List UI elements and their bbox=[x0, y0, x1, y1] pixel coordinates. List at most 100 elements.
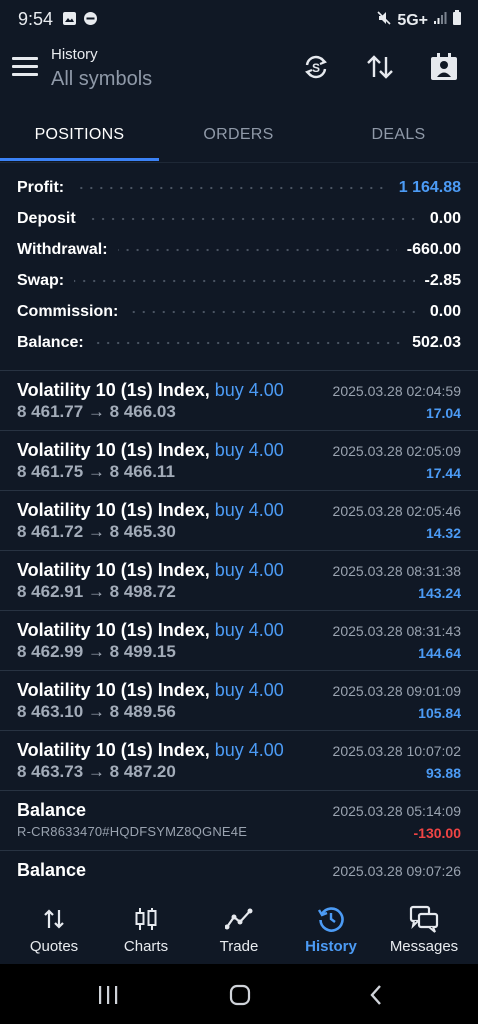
trend-line-icon bbox=[191, 905, 287, 933]
deal-symbol: Volatility 10 (1s) Index, bbox=[17, 440, 210, 460]
summary-label: Profit: bbox=[17, 178, 65, 196]
close-price: 8 466.11 bbox=[109, 462, 175, 481]
list-item[interactable]: Volatility 10 (1s) Index, buy 4.00 8 463… bbox=[0, 670, 478, 730]
summary-value-commission: 0.00 bbox=[429, 302, 461, 320]
system-navigation-bar bbox=[0, 964, 478, 1024]
deal-side: buy 4.00 bbox=[214, 620, 284, 640]
balance-comment: R-CR8633470#HQDFSYMZ8QGNE4E bbox=[17, 824, 248, 839]
summary-value-profit: 1 164.88 bbox=[398, 178, 461, 196]
nav-trade[interactable]: Trade bbox=[191, 895, 287, 964]
close-price: 8 498.72 bbox=[109, 582, 176, 601]
history-list: Volatility 10 (1s) Index, buy 4.00 8 461… bbox=[0, 370, 478, 910]
summary-value-swap: -2.85 bbox=[424, 271, 461, 289]
summary-row-withdrawal: Withdrawal: -660.00 bbox=[0, 234, 478, 265]
summary-label: Deposit bbox=[17, 209, 76, 227]
tab-orders[interactable]: ORDERS bbox=[159, 110, 318, 160]
deal-time: 2025.03.28 10:07:02 bbox=[332, 743, 461, 759]
open-price: 8 461.75 bbox=[17, 462, 84, 481]
deal-symbol: Volatility 10 (1s) Index, bbox=[17, 740, 210, 760]
sort-icon[interactable] bbox=[363, 50, 397, 84]
summary-label: Commission: bbox=[17, 302, 119, 320]
deal-side: buy 4.00 bbox=[214, 680, 284, 700]
list-item[interactable]: Volatility 10 (1s) Index, buy 4.00 8 461… bbox=[0, 430, 478, 490]
summary-value-balance: 502.03 bbox=[412, 333, 461, 351]
history-tabs: POSITIONS ORDERS DEALS bbox=[0, 110, 478, 163]
chat-bubbles-icon bbox=[376, 905, 472, 933]
nav-label: Trade bbox=[219, 938, 259, 955]
close-price: 8 487.20 bbox=[109, 762, 176, 781]
network-type: 5G+ bbox=[397, 11, 428, 29]
open-price: 8 461.72 bbox=[17, 522, 84, 541]
deal-symbol: Volatility 10 (1s) Index, bbox=[17, 560, 210, 580]
deal-symbol: Volatility 10 (1s) Index, bbox=[17, 500, 210, 520]
summary-row-profit: Profit: 1 164.88 bbox=[0, 172, 478, 203]
tab-positions[interactable]: POSITIONS bbox=[0, 110, 159, 160]
tab-deals[interactable]: DEALS bbox=[319, 110, 478, 160]
close-price: 8 489.56 bbox=[109, 702, 176, 721]
deal-profit: 144.64 bbox=[418, 645, 461, 661]
summary-value-withdrawal: -660.00 bbox=[406, 240, 461, 258]
nav-history[interactable]: History bbox=[283, 895, 379, 964]
deal-time: 2025.03.28 02:04:59 bbox=[332, 383, 461, 399]
list-item[interactable]: Volatility 10 (1s) Index, buy 4.00 8 462… bbox=[0, 610, 478, 670]
nav-charts[interactable]: Charts bbox=[98, 895, 194, 964]
list-item[interactable]: Volatility 10 (1s) Index, buy 4.00 8 461… bbox=[0, 490, 478, 550]
battery-icon bbox=[452, 10, 462, 31]
nav-messages[interactable]: Messages bbox=[376, 895, 472, 964]
quotes-arrows-icon bbox=[6, 905, 102, 933]
page-title: History bbox=[51, 46, 98, 63]
recent-apps-icon[interactable] bbox=[88, 982, 128, 1008]
status-time: 9:54 bbox=[18, 9, 54, 29]
open-price: 8 462.91 bbox=[17, 582, 84, 601]
candlestick-icon bbox=[98, 905, 194, 933]
balance-time: 2025.03.28 09:07:26 bbox=[332, 863, 461, 879]
summary-value-deposit: 0.00 bbox=[429, 209, 461, 227]
active-tab-indicator bbox=[0, 158, 159, 161]
close-price: 8 466.03 bbox=[109, 402, 176, 421]
do-not-disturb-icon bbox=[83, 11, 98, 31]
status-bar: 9:54 5G+ bbox=[0, 0, 478, 40]
close-price: 8 465.30 bbox=[109, 522, 176, 541]
gallery-notification-icon bbox=[62, 11, 77, 31]
deal-profit: 14.32 bbox=[425, 525, 461, 541]
deal-symbol: Volatility 10 (1s) Index, bbox=[17, 680, 210, 700]
deal-side: buy 4.00 bbox=[214, 380, 284, 400]
list-item[interactable]: Volatility 10 (1s) Index, buy 4.00 8 461… bbox=[0, 370, 478, 430]
list-item[interactable]: Volatility 10 (1s) Index, buy 4.00 8 463… bbox=[0, 730, 478, 790]
deal-time: 2025.03.28 08:31:38 bbox=[332, 563, 461, 579]
sync-currency-icon[interactable]: S bbox=[299, 50, 333, 84]
deal-profit: 93.88 bbox=[425, 765, 461, 781]
signal-icon bbox=[433, 11, 447, 30]
menu-icon[interactable] bbox=[12, 57, 38, 79]
open-price: 8 463.73 bbox=[17, 762, 84, 781]
deal-symbol: Volatility 10 (1s) Index, bbox=[17, 620, 210, 640]
open-price: 8 462.99 bbox=[17, 642, 84, 661]
deal-time: 2025.03.28 09:01:09 bbox=[332, 683, 461, 699]
deal-profit: 17.44 bbox=[425, 465, 461, 481]
list-item[interactable]: Volatility 10 (1s) Index, buy 4.00 8 462… bbox=[0, 550, 478, 610]
balance-label: Balance bbox=[17, 800, 87, 820]
deal-profit: 105.84 bbox=[418, 705, 461, 721]
deal-profit: 143.24 bbox=[418, 585, 461, 601]
mute-icon bbox=[376, 10, 392, 31]
balance-time: 2025.03.28 05:14:09 bbox=[332, 803, 461, 819]
open-price: 8 461.77 bbox=[17, 402, 84, 421]
deal-side: buy 4.00 bbox=[214, 440, 284, 460]
nav-label: Quotes bbox=[29, 938, 79, 955]
summary-row-deposit: Deposit 0.00 bbox=[0, 203, 478, 234]
symbol-filter[interactable]: All symbols bbox=[51, 68, 152, 91]
back-icon[interactable] bbox=[356, 982, 396, 1008]
balance-operation[interactable]: Balance R-CR8633470#HQDFSYMZ8QGNE4E 2025… bbox=[0, 790, 478, 850]
summary-label: Balance: bbox=[17, 333, 84, 351]
svg-text:S: S bbox=[312, 61, 320, 75]
deal-side: buy 4.00 bbox=[214, 500, 284, 520]
deal-symbol: Volatility 10 (1s) Index, bbox=[17, 380, 210, 400]
app-bar: History All symbols S bbox=[0, 40, 478, 102]
close-price: 8 499.15 bbox=[109, 642, 176, 661]
report-calendar-icon[interactable] bbox=[427, 50, 461, 84]
summary-row-balance: Balance: 502.03 bbox=[0, 327, 478, 358]
nav-quotes[interactable]: Quotes bbox=[6, 895, 102, 964]
summary-block: Profit: 1 164.88 Deposit 0.00 Withdrawal… bbox=[0, 172, 478, 358]
home-icon[interactable] bbox=[220, 982, 260, 1008]
summary-row-swap: Swap: -2.85 bbox=[0, 265, 478, 296]
